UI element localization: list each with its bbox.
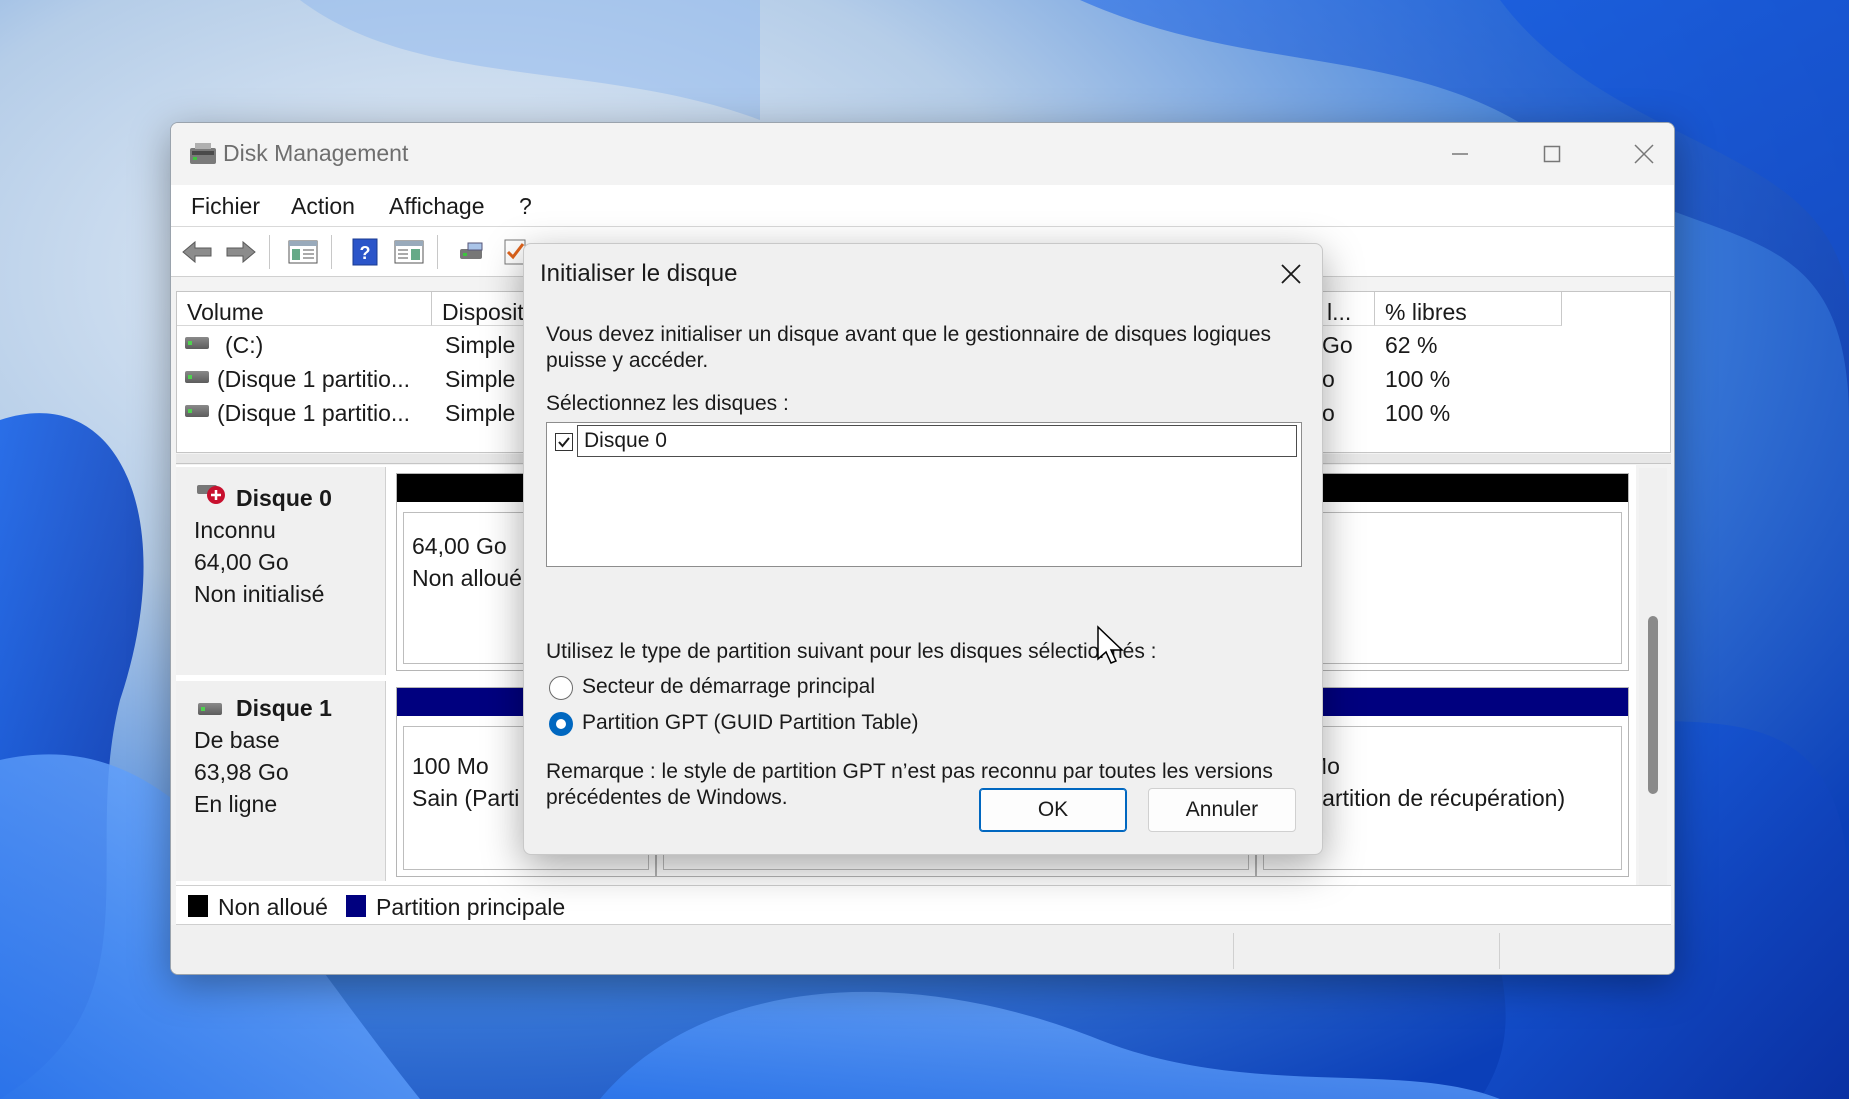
close-button[interactable] xyxy=(1598,123,1674,185)
close-icon xyxy=(1281,264,1301,284)
menu-action[interactable]: Action xyxy=(291,193,355,220)
unallocated-swatch xyxy=(188,895,208,917)
volume-layout: Simple xyxy=(445,332,516,358)
volume-percent-free: 100 % xyxy=(1385,400,1451,426)
volume-free: o xyxy=(1322,366,1335,392)
legend: Non alloué Partition principale xyxy=(176,885,1671,925)
minimize-icon xyxy=(1452,153,1468,155)
disk-1-label[interactable]: Disque 1 De base 63,98 Go En ligne xyxy=(176,681,386,881)
volume-percent-free: 62 % xyxy=(1385,332,1438,358)
disk-1-status: En ligne xyxy=(194,791,278,817)
disk-pane-scrollbar[interactable] xyxy=(1639,468,1667,886)
radio-mbr-label: Secteur de démarrage principal xyxy=(582,675,875,698)
radio-gpt[interactable]: Partition GPT (GUID Partition Table) xyxy=(546,710,946,740)
status-bar xyxy=(171,925,1674,974)
partition-status: Non alloué xyxy=(412,565,522,591)
disk-1-size: 63,98 Go xyxy=(194,759,289,785)
forward-arrow-icon xyxy=(226,240,256,264)
disk-0-label[interactable]: Disque 0 Inconnu 64,00 Go Non initialisé xyxy=(176,467,386,675)
primary-swatch xyxy=(346,895,366,917)
dialog-body: Vous devez initialiser un disque avant q… xyxy=(524,304,1322,854)
disk-0-status: Non initialisé xyxy=(194,581,325,607)
scrollbar-thumb[interactable] xyxy=(1648,616,1658,794)
menu-help[interactable]: ? xyxy=(519,193,532,220)
disk-management-icon xyxy=(190,143,216,164)
disk-0-type: Inconnu xyxy=(194,517,276,543)
volume-free: Go xyxy=(1322,332,1353,358)
back-button[interactable] xyxy=(179,235,215,269)
select-disks-label: Sélectionnez les disques : xyxy=(546,392,789,415)
drive-icon xyxy=(185,405,209,417)
close-icon xyxy=(1634,144,1654,164)
minimize-button[interactable] xyxy=(1414,123,1506,185)
forward-button[interactable] xyxy=(223,235,259,269)
disk-error-icon xyxy=(197,485,225,504)
partition-size: 100 Mo xyxy=(412,753,489,779)
dialog-close-button[interactable] xyxy=(1264,250,1318,298)
volume-name: (Disque 1 partitio... xyxy=(217,366,411,392)
disk-1-type: De base xyxy=(194,727,280,753)
menu-fichier[interactable]: Fichier xyxy=(191,193,260,220)
cancel-button[interactable]: Annuler xyxy=(1148,788,1296,832)
initialize-disk-dialog: Initialiser le disque Vous devez initial… xyxy=(523,243,1323,855)
svg-text:?: ? xyxy=(360,243,371,263)
maximize-button[interactable] xyxy=(1506,123,1598,185)
partition-status: Sain (Parti xyxy=(412,785,520,811)
list-item[interactable]: Disque 0 xyxy=(549,425,1299,457)
checkmark-icon xyxy=(558,437,570,448)
back-arrow-icon xyxy=(182,240,212,264)
properties-button[interactable] xyxy=(391,235,427,269)
disk-icon xyxy=(198,703,222,715)
disk-item-label: Disque 0 xyxy=(577,425,1297,457)
ok-button[interactable]: OK xyxy=(979,788,1127,832)
column-header-percent-free[interactable]: % libres xyxy=(1375,292,1562,326)
volume-name: (C:) xyxy=(225,332,264,358)
help-icon: ? xyxy=(352,238,378,266)
dialog-title: Initialiser le disque xyxy=(540,260,738,287)
volume-layout: Simple xyxy=(445,366,516,392)
radio-mbr[interactable]: Secteur de démarrage principal xyxy=(546,674,946,704)
column-header-free[interactable]: l... xyxy=(1317,292,1375,326)
console-tree-icon xyxy=(288,240,318,264)
connect-button[interactable] xyxy=(453,235,489,269)
partition-style-label: Utilisez le type de partition suivant po… xyxy=(546,640,1157,663)
connect-icon xyxy=(460,242,483,259)
partition-size: 64,00 Go xyxy=(412,533,507,559)
window-title: Disk Management xyxy=(223,140,409,166)
volume-percent-free: 100 % xyxy=(1385,366,1451,392)
legend-primary: Partition principale xyxy=(376,894,566,920)
volume-free: o xyxy=(1322,400,1335,426)
help-button[interactable]: ? xyxy=(347,235,383,269)
disk-0-size: 64,00 Go xyxy=(194,549,289,575)
title-bar[interactable]: Disk Management xyxy=(171,123,1674,185)
dialog-intro-text: Vous devez initialiser un disque avant q… xyxy=(546,323,1271,372)
maximize-icon xyxy=(1543,145,1561,163)
legend-unallocated: Non alloué xyxy=(218,894,328,920)
mouse-pointer-icon xyxy=(1097,625,1124,664)
drive-icon xyxy=(185,371,209,383)
drive-icon xyxy=(185,337,209,349)
radio-gpt-circle[interactable] xyxy=(549,712,573,736)
disk-0-name: Disque 0 xyxy=(236,485,332,511)
menu-bar: Fichier Action Affichage ? xyxy=(171,185,1674,227)
radio-mbr-circle[interactable] xyxy=(549,676,573,700)
disk-listbox[interactable]: Disque 0 xyxy=(546,422,1302,567)
menu-affichage[interactable]: Affichage xyxy=(389,193,484,220)
column-header-volume[interactable]: Volume xyxy=(177,292,432,326)
console-tree-button[interactable] xyxy=(285,235,321,269)
disk-checkbox[interactable] xyxy=(555,433,573,451)
volume-layout: Simple xyxy=(445,400,516,426)
disk-1-name: Disque 1 xyxy=(236,695,332,721)
properties-icon xyxy=(394,240,424,264)
volume-name: (Disque 1 partitio... xyxy=(217,400,411,426)
radio-gpt-label: Partition GPT (GUID Partition Table) xyxy=(582,711,919,734)
